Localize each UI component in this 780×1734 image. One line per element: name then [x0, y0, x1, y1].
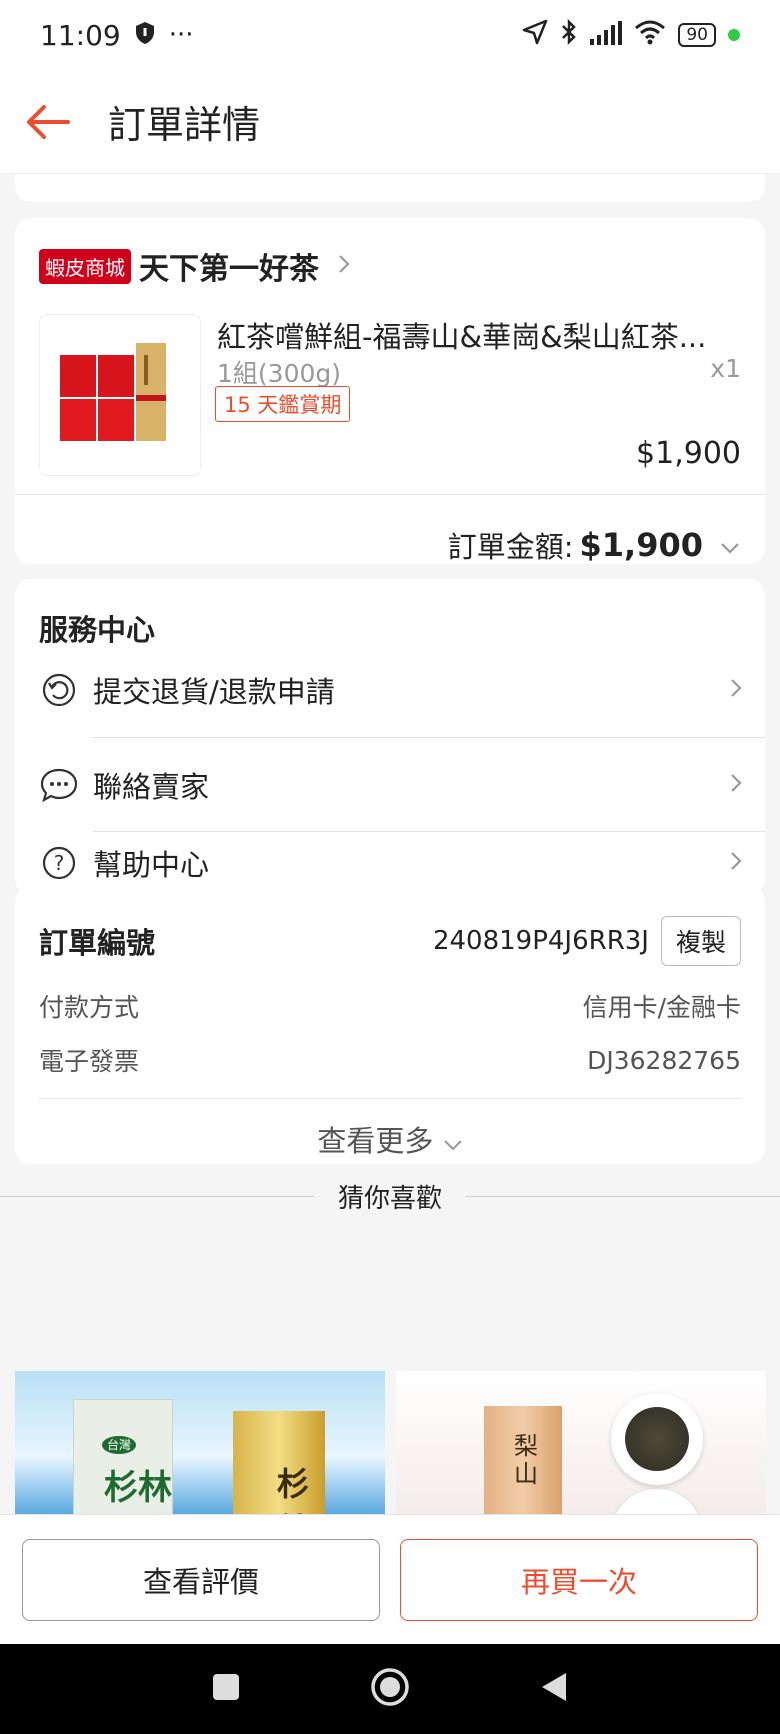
chevron-right-icon	[729, 677, 743, 703]
bluetooth-icon	[560, 18, 578, 53]
back-button[interactable]	[0, 70, 96, 174]
privacy-indicator-dot	[728, 29, 740, 41]
back-icon[interactable]	[540, 1671, 568, 1707]
product-text: 杉林	[104, 1468, 172, 1508]
bottom-action-bar: 查看評價 再買一次	[0, 1514, 780, 1644]
product-text: 梨山	[514, 1432, 538, 1488]
product-image: 梨山	[484, 1406, 562, 1514]
copy-button[interactable]: 複製	[660, 916, 741, 966]
app-header: 訂單詳情	[0, 70, 780, 174]
home-icon[interactable]	[370, 1667, 410, 1711]
order-number-row: 訂單編號 240819P4J6RR3J 複製	[39, 916, 741, 966]
order-total-toggle[interactable]: 訂單金額: $1,900	[448, 524, 741, 566]
tea-leaves-image	[611, 1393, 703, 1485]
chevron-right-icon	[337, 253, 351, 279]
wifi-icon	[634, 19, 666, 52]
status-time: 11:09	[40, 18, 121, 52]
divider	[0, 1196, 314, 1197]
order-product-card: 蝦皮商城 天下第一好茶 紅茶嚐鮮組-福壽山&華崗&梨山紅茶... 1組(300g…	[15, 218, 765, 564]
product-text: 杉林	[277, 1465, 310, 1514]
tea-cup-image	[611, 1489, 703, 1514]
help-center-row[interactable]: ? 幫助中心	[15, 832, 765, 894]
payment-method-value: 信用卡/金融卡	[582, 993, 741, 1022]
invoice-label: 電子發票	[39, 1047, 140, 1076]
help-center-label: 幫助中心	[93, 848, 210, 882]
product-variant: 1組(300g)	[217, 359, 341, 388]
chevron-right-icon	[729, 772, 743, 798]
product-price: $1,900	[636, 436, 741, 471]
more-dots-icon: ···	[168, 20, 194, 50]
recommend-header: 猜你喜歡	[0, 1178, 780, 1215]
see-more-label: 查看更多	[317, 1124, 434, 1158]
payment-method-label: 付款方式	[39, 993, 140, 1022]
recommend-product-card[interactable]: 梨山	[396, 1371, 766, 1514]
divider	[466, 1196, 780, 1197]
shield-icon	[135, 19, 155, 52]
signal-icon	[590, 19, 623, 52]
product-image[interactable]	[39, 314, 201, 476]
chat-icon	[39, 765, 79, 805]
shop-name: 天下第一好茶	[139, 252, 319, 287]
appraisal-period-badge: 15 天鑑賞期	[215, 386, 351, 422]
contact-seller-label: 聯絡賣家	[93, 770, 210, 804]
system-nav-bar	[0, 1644, 780, 1734]
help-icon: ?	[39, 843, 79, 883]
order-number-label: 訂單編號	[39, 926, 156, 960]
chevron-down-icon	[443, 1124, 463, 1158]
order-info-card: 訂單編號 240819P4J6RR3J 複製 付款方式 信用卡/金融卡 電子發票…	[15, 886, 765, 1164]
product-image: 台灣 杉林	[73, 1399, 173, 1514]
back-arrow-icon	[27, 104, 70, 139]
product-quantity: x1	[710, 354, 741, 383]
recents-icon[interactable]	[212, 1673, 240, 1705]
product-image: 杉林	[233, 1411, 325, 1514]
return-icon	[39, 670, 79, 710]
status-bar: 11:09 ··· 90	[0, 0, 780, 70]
order-total-value: $1,900	[579, 526, 703, 564]
chevron-down-icon	[719, 528, 741, 562]
invoice-row: 電子發票 DJ36282765	[39, 1042, 741, 1078]
order-number-value: 240819P4J6RR3J	[432, 926, 649, 956]
location-icon	[522, 19, 548, 52]
order-detail-content[interactable]: 蝦皮商城 天下第一好茶 紅茶嚐鮮組-福壽山&華崗&梨山紅茶... 1組(300g…	[0, 174, 780, 1514]
see-more-button[interactable]: 查看更多	[15, 1118, 765, 1160]
service-center-card: 服務中心 提交退貨/退款申請 聯絡賣家 ? 幫助中心	[15, 579, 765, 895]
previous-card	[15, 174, 765, 202]
mall-badge: 蝦皮商城	[39, 248, 131, 284]
order-total-label: 訂單金額:	[447, 530, 574, 564]
battery-indicator: 90	[678, 23, 716, 47]
contact-seller-row[interactable]: 聯絡賣家	[15, 738, 765, 832]
buy-again-button[interactable]: 再買一次	[400, 1538, 758, 1621]
recommend-product-card[interactable]: 台灣 杉林 杉林	[15, 1371, 385, 1514]
svg-text:?: ?	[54, 851, 65, 875]
return-refund-label: 提交退貨/退款申請	[93, 675, 335, 709]
divider	[39, 1098, 741, 1099]
divider	[15, 494, 765, 495]
shop-link[interactable]: 蝦皮商城 天下第一好茶	[39, 244, 351, 288]
recommend-title: 猜你喜歡	[338, 1184, 443, 1214]
payment-method-row: 付款方式 信用卡/金融卡	[39, 988, 741, 1024]
product-tag: 台灣	[102, 1436, 136, 1454]
invoice-value: DJ36282765	[587, 1045, 741, 1075]
product-name[interactable]: 紅茶嚐鮮組-福壽山&華崗&梨山紅茶...	[217, 314, 747, 356]
chevron-right-icon	[729, 850, 743, 876]
return-refund-row[interactable]: 提交退貨/退款申請	[15, 643, 765, 737]
tea-leaves	[625, 1407, 689, 1471]
page-title: 訂單詳情	[108, 103, 261, 147]
view-review-button[interactable]: 查看評價	[22, 1538, 380, 1621]
